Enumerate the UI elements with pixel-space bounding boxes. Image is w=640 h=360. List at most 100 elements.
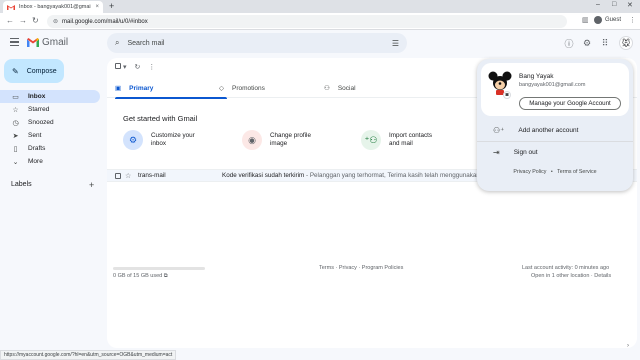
add-account-label: Add another account: [518, 126, 579, 134]
search-bar[interactable]: ⌕ Search mail ☰: [107, 33, 407, 53]
clock-icon: ◷: [12, 119, 19, 127]
apps-grid-icon[interactable]: ⠿: [600, 38, 610, 48]
address-bar[interactable]: ⊜ mail.google.com/mail/u/0/#inbox: [47, 15, 567, 28]
back-icon[interactable]: ←: [6, 16, 14, 25]
sign-out-label: Sign out: [513, 148, 538, 156]
star-icon: ☆: [12, 106, 19, 114]
scroll-right-icon[interactable]: ›: [627, 343, 629, 349]
search-input[interactable]: Search mail: [127, 40, 383, 47]
terms-of-service-link[interactable]: Terms of Service: [557, 169, 596, 175]
add-person-icon: ⚇⁺: [493, 125, 505, 135]
people-icon: ⚇: [324, 85, 330, 92]
import-contacts-card[interactable]: ⁺⚇ Import contacts and mail: [361, 130, 432, 150]
email-subject-line: Kode verifikasi sudah terkirim - Pelangg…: [222, 172, 494, 179]
browser-tab-strip: Inbox - bangyayak001@gmail.c × + – □ ✕: [0, 0, 640, 13]
sidepanel-icon[interactable]: ▥: [582, 16, 589, 24]
browser-menu-icon[interactable]: ⋮: [629, 16, 636, 24]
search-icon[interactable]: ⌕: [115, 38, 119, 48]
gmail-m-icon: [27, 38, 39, 47]
browser-toolbar: ← → ↻ ⊜ mail.google.com/mail/u/0/#inbox …: [0, 13, 640, 30]
main-menu-icon[interactable]: [10, 38, 19, 46]
gmail-favicon-icon: [7, 4, 15, 10]
mail-toolbar: ▾ ↻ ⋮: [115, 63, 155, 71]
email-sender: trans-mail: [138, 172, 166, 179]
pencil-icon: ✎: [12, 66, 19, 76]
refresh-icon[interactable]: ↻: [134, 63, 140, 71]
sign-out-icon: ⇥: [493, 147, 500, 157]
close-window-button[interactable]: ✕: [627, 1, 633, 9]
customize-inbox-card[interactable]: ⚙ Customize your inbox: [123, 130, 195, 150]
tab-social[interactable]: ⚇ Social: [324, 78, 356, 98]
account-card: ◙ Bang Yayak bangyayak001@gmail.com Mana…: [481, 63, 629, 116]
forward-icon[interactable]: →: [19, 16, 27, 25]
add-account-item[interactable]: ⚇⁺ Add another account: [477, 121, 633, 139]
address-bar-url: mail.google.com/mail/u/0/#inbox: [62, 18, 148, 25]
browser-tab-inbox[interactable]: Inbox - bangyayak001@gmail.c ×: [3, 1, 103, 13]
search-options-icon[interactable]: ☰: [392, 39, 399, 48]
create-label-button[interactable]: +: [89, 180, 94, 190]
sidebar-item-label: Sent: [28, 132, 42, 139]
primary-tab-icon: ▣: [115, 85, 122, 92]
tag-icon: ◇: [219, 85, 224, 92]
profile-button[interactable]: Guest: [594, 16, 621, 24]
last-activity: Last account activity: 0 minutes ago: [522, 265, 610, 271]
more-options-icon[interactable]: ⋮: [148, 63, 155, 71]
tab-label: Promotions: [232, 84, 265, 92]
card-label: Customize your inbox: [151, 131, 195, 148]
labels-heading: Labels: [11, 181, 32, 188]
compose-label: Compose: [26, 67, 57, 75]
sidebar-item-starred[interactable]: ☆ Starred: [0, 103, 100, 116]
maximize-button[interactable]: □: [612, 1, 616, 8]
footer-links[interactable]: Terms · Privacy · Program Policies: [319, 265, 403, 271]
sidebar-item-label: Drafts: [28, 145, 46, 152]
sidebar-item-inbox[interactable]: ▭ Inbox: [0, 90, 100, 103]
sidebar-item-snoozed[interactable]: ◷ Snoozed: [0, 116, 100, 129]
storage-bar: [113, 267, 205, 270]
divider: [477, 141, 633, 142]
sidebar-item-label: Snoozed: [28, 119, 54, 126]
account-avatar-button[interactable]: 🐭: [619, 36, 633, 50]
draft-icon: ▯: [13, 145, 18, 153]
storage-usage: 0 GB of 15 GB used ⧉: [113, 273, 168, 279]
sidebar-item-sent[interactable]: ➤ Sent: [0, 129, 100, 142]
account-email: bangyayak001@gmail.com: [519, 82, 586, 88]
camera-icon[interactable]: ◙: [503, 91, 511, 99]
tab-promotions[interactable]: ◇ Promotions: [219, 78, 265, 98]
sidebar-item-drafts[interactable]: ▯ Drafts: [0, 142, 100, 155]
sign-out-item[interactable]: ⇥ Sign out: [477, 143, 633, 161]
sidebar-item-label: Starred: [28, 106, 50, 113]
reload-icon[interactable]: ↻: [32, 16, 39, 25]
site-info-icon[interactable]: ⊜: [53, 18, 58, 25]
separator: •: [550, 169, 553, 175]
get-started-title: Get started with Gmail: [123, 114, 198, 123]
gmail-logo-text: Gmail: [42, 37, 69, 48]
profile-label: Guest: [605, 17, 622, 23]
minimize-button[interactable]: –: [596, 1, 600, 8]
sidebar-item-label: More: [28, 158, 43, 165]
send-icon: ➤: [12, 132, 19, 140]
settings-gear-icon[interactable]: ⚙: [582, 38, 592, 48]
star-toggle-icon[interactable]: ☆: [125, 172, 131, 180]
card-label: Import contacts and mail: [389, 131, 433, 148]
close-tab-icon[interactable]: ×: [95, 4, 99, 10]
privacy-policy-link[interactable]: Privacy Policy: [513, 169, 546, 175]
compose-button[interactable]: ✎ Compose: [4, 59, 64, 83]
activity-details-link[interactable]: Open in 1 other location · Details: [531, 273, 611, 279]
account-name: Bang Yayak: [519, 73, 554, 80]
chevron-down-icon: ⌄: [12, 158, 19, 166]
profile-icon: ◉: [242, 130, 262, 150]
new-tab-button[interactable]: +: [109, 1, 114, 11]
browser-tab-title: Inbox - bangyayak001@gmail.c: [19, 4, 92, 10]
profile-avatar-icon: [594, 16, 602, 24]
popup-footer: Privacy Policy • Terms of Service: [477, 169, 633, 175]
tab-label: Social: [337, 84, 356, 92]
gmail-logo[interactable]: Gmail: [27, 37, 68, 48]
sidebar-item-more[interactable]: ⌄ More: [0, 155, 100, 168]
manage-account-button[interactable]: Manage your Google Account: [519, 97, 621, 110]
add-contacts-icon: ⁺⚇: [361, 130, 381, 150]
change-profile-card[interactable]: ◉ Change profile image: [242, 130, 311, 150]
tab-primary[interactable]: ▣ Primary: [115, 78, 227, 99]
row-checkbox[interactable]: [115, 172, 121, 179]
select-all-checkbox[interactable]: ▾: [115, 63, 126, 71]
support-icon[interactable]: ⓘ: [564, 38, 574, 49]
